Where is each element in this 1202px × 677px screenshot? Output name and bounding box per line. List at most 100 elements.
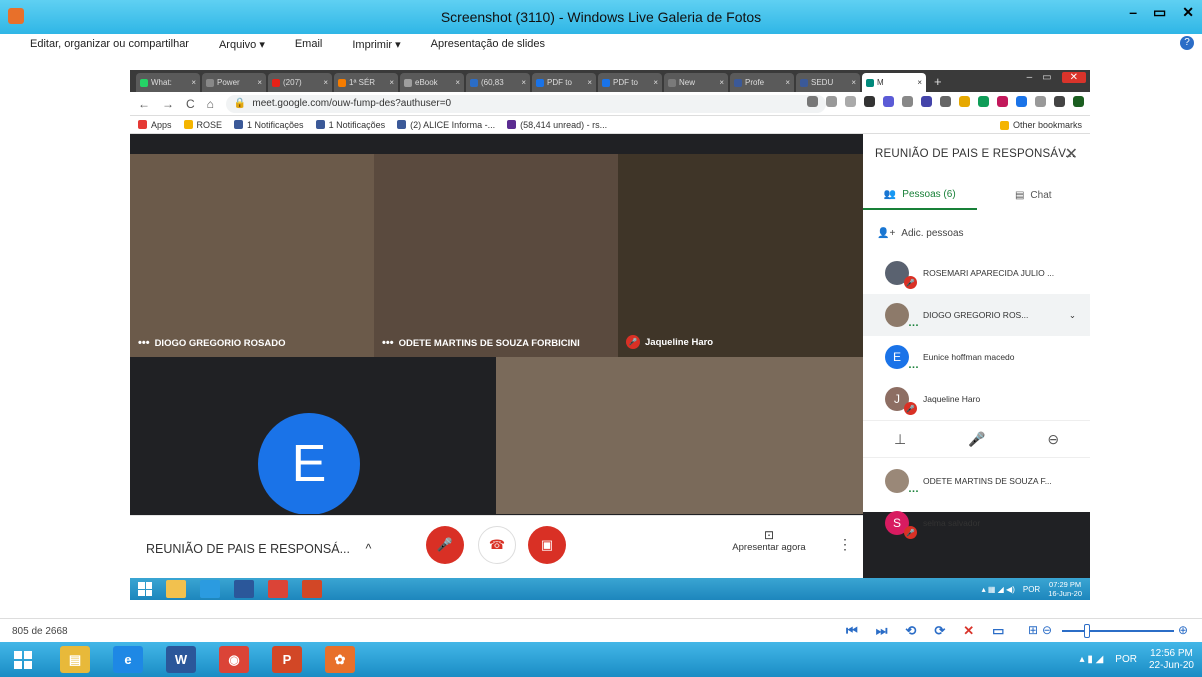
browser-tab[interactable]: (60,83 ×: [466, 73, 530, 92]
extension-icon[interactable]: [826, 96, 837, 107]
tab-close-icon[interactable]: ×: [521, 78, 526, 87]
video-tile-odete[interactable]: ••• ODETE MARTINS DE SOUZA FORBICINI: [374, 154, 618, 357]
menu-slideshow[interactable]: Apresentação de slides: [431, 38, 545, 50]
back-icon[interactable]: ←: [138, 97, 150, 111]
extension-icon[interactable]: [1054, 96, 1065, 107]
extension-icon[interactable]: [959, 96, 970, 107]
extension-icon[interactable]: [845, 96, 856, 107]
tab-close-icon[interactable]: ×: [587, 78, 592, 87]
close-button[interactable]: ✕: [1182, 4, 1194, 21]
rotate-right-icon[interactable]: ⟳: [934, 623, 945, 639]
remove-icon[interactable]: ⊖: [1047, 431, 1059, 448]
browser-minimize-button[interactable]: –: [1027, 72, 1033, 83]
browser-tab[interactable]: (207) ×: [268, 73, 332, 92]
tab-close-icon[interactable]: ×: [389, 78, 394, 87]
forward-icon[interactable]: →: [162, 97, 174, 111]
participant-row[interactable]: E… Eunice hoffman macedo: [863, 336, 1090, 378]
extension-icon[interactable]: [1073, 96, 1084, 107]
browser-tab[interactable]: M ×: [862, 73, 926, 92]
tab-close-icon[interactable]: ×: [851, 78, 856, 87]
extension-icon[interactable]: [1035, 96, 1046, 107]
browser-tab[interactable]: Power ×: [202, 73, 266, 92]
extension-icon[interactable]: [902, 96, 913, 107]
extension-icon[interactable]: [997, 96, 1008, 107]
menu-print[interactable]: Imprimir ▾: [352, 38, 400, 51]
participant-row[interactable]: 🎤 ROSEMARI APARECIDA JULIO ...: [863, 252, 1090, 294]
pin-icon[interactable]: ⊥: [894, 431, 906, 448]
participant-row[interactable]: … ODETE MARTINS DE SOUZA F...: [863, 460, 1090, 502]
video-tile-eunice[interactable]: E: [130, 357, 496, 514]
chevron-down-icon[interactable]: ⌄: [1069, 310, 1076, 321]
minimize-button[interactable]: –: [1129, 4, 1137, 21]
tray-language[interactable]: POR: [1115, 654, 1137, 665]
powerpoint-icon[interactable]: P: [272, 646, 302, 673]
new-tab-button[interactable]: +: [928, 74, 948, 89]
mic-off-icon[interactable]: 🎤: [968, 431, 985, 448]
camera-toggle-button[interactable]: ▣: [528, 526, 566, 564]
photo-gallery-icon[interactable]: ✿: [325, 646, 355, 673]
browser-tab[interactable]: eBook ×: [400, 73, 464, 92]
url-input[interactable]: 🔒 meet.google.com/ouw-fump-des?authuser=…: [225, 94, 826, 113]
previous-icon[interactable]: ⏮: [846, 623, 858, 639]
tab-people[interactable]: 👥 Pessoas (6): [863, 180, 977, 210]
next-icon[interactable]: ⏭: [876, 623, 888, 639]
tab-close-icon[interactable]: ×: [323, 78, 328, 87]
maximize-button[interactable]: ▭: [1153, 4, 1166, 21]
more-options-button[interactable]: ⋮: [838, 536, 852, 553]
slideshow-icon[interactable]: ▭: [992, 623, 1004, 639]
extension-icon[interactable]: [807, 96, 818, 107]
extension-icon[interactable]: [978, 96, 989, 107]
delete-icon[interactable]: ✕: [963, 623, 974, 639]
participant-row[interactable]: S 🎤 selma salvador: [863, 502, 1090, 544]
leave-call-button[interactable]: ☎: [478, 526, 516, 564]
tray-icons[interactable]: ▴ ▮ ◢: [1080, 654, 1104, 665]
zoom-in-icon[interactable]: ⊕: [1178, 623, 1188, 637]
bookmark-item[interactable]: 1 Notificações: [315, 120, 385, 130]
tab-chat[interactable]: ▤ Chat: [977, 180, 1091, 210]
bookmark-item[interactable]: (58,414 unread) - rs...: [507, 120, 607, 130]
bookmark-item[interactable]: (2) ALICE Informa -...: [397, 120, 495, 130]
menu-file[interactable]: Arquivo ▾: [219, 38, 265, 51]
mic-toggle-button[interactable]: 🎤: [426, 526, 464, 564]
tab-close-icon[interactable]: ×: [719, 78, 724, 87]
tray-clock[interactable]: 12:56 PM 22-Jun-20: [1149, 648, 1194, 672]
tab-close-icon[interactable]: ×: [455, 78, 460, 87]
start-button[interactable]: [14, 651, 32, 669]
browser-tab[interactable]: SEDU ×: [796, 73, 860, 92]
explorer-icon[interactable]: ▤: [60, 646, 90, 673]
add-people-button[interactable]: 👤+ Adic. pessoas: [877, 228, 964, 239]
video-tile-jaqueline[interactable]: 🎤 Jaqueline Haro: [618, 154, 863, 357]
extension-icon[interactable]: [921, 96, 932, 107]
tab-close-icon[interactable]: ×: [785, 78, 790, 87]
browser-tab[interactable]: PDF to ×: [532, 73, 596, 92]
browser-tab[interactable]: PDF to ×: [598, 73, 662, 92]
tab-close-icon[interactable]: ×: [917, 78, 922, 87]
photo-gallery-app-icon[interactable]: [8, 8, 24, 24]
extension-icon[interactable]: [940, 96, 951, 107]
tab-close-icon[interactable]: ×: [191, 78, 196, 87]
extension-icon[interactable]: [883, 96, 894, 107]
meeting-details-button[interactable]: REUNIÃO DE PAIS E RESPONSÁ... ^: [146, 542, 371, 556]
bookmark-item[interactable]: Apps: [138, 120, 172, 130]
zoom-slider[interactable]: [1062, 630, 1174, 632]
menu-edit-organize-share[interactable]: Editar, organizar ou compartilhar: [30, 38, 189, 50]
bookmark-item[interactable]: 1 Notificações: [234, 120, 304, 130]
tab-close-icon[interactable]: ×: [257, 78, 262, 87]
zoom-out-icon[interactable]: ⊖: [1042, 623, 1052, 637]
extension-icon[interactable]: [864, 96, 875, 107]
video-tile-self[interactable]: [496, 357, 863, 514]
tab-close-icon[interactable]: ×: [653, 78, 658, 87]
present-now-button[interactable]: ⊡ Apresentar agora: [724, 528, 814, 553]
ie-icon[interactable]: e: [113, 646, 143, 673]
video-tile-diogo[interactable]: ••• DIOGO GREGORIO ROSADO: [130, 154, 374, 357]
zoom-slider-thumb[interactable]: [1084, 624, 1090, 638]
chrome-icon[interactable]: ◉: [219, 646, 249, 673]
browser-tab[interactable]: New ×: [664, 73, 728, 92]
browser-close-button[interactable]: ✕: [1061, 72, 1086, 83]
browser-maximize-button[interactable]: ▭: [1042, 72, 1051, 83]
extension-icon[interactable]: [1016, 96, 1027, 107]
browser-tab[interactable]: What: ×: [136, 73, 200, 92]
browser-tab[interactable]: 1ª SÉR ×: [334, 73, 398, 92]
participant-row[interactable]: J 🎤 Jaqueline Haro: [863, 378, 1090, 420]
actual-size-icon[interactable]: ⊞: [1028, 623, 1038, 637]
